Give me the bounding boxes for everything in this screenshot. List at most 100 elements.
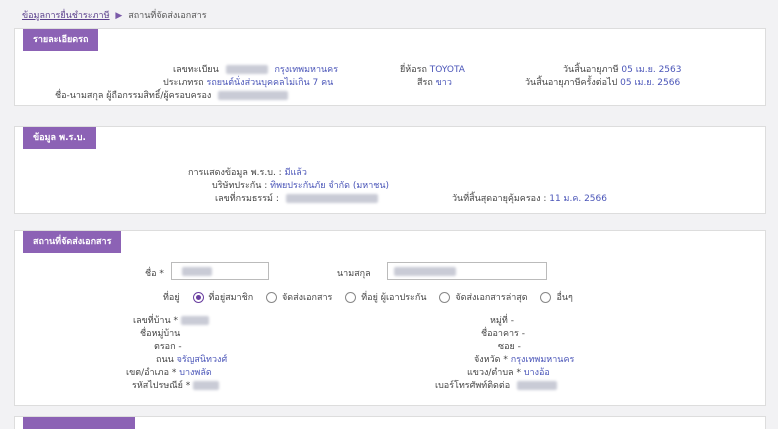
insurance-panel: ข้อมูล พ.ร.บ. การแสดงข้อมูล พ.ร.บ. : มีแ… [14,126,766,214]
brand-row: ยี่ห้อรถ TOYOTA [400,62,465,76]
alley-value: - [178,342,182,352]
next-expiry-value: 05 เม.ย. 2566 [620,78,681,88]
delivery-panel: สถานที่จัดส่งเอกสาร ชื่อ * นามสกุล ที่อย… [14,230,766,406]
building-value: - [521,329,526,339]
radio-insured-address[interactable] [345,292,357,303]
display-value: มีแล้ว [284,168,307,178]
house-no-row: เลขที่บ้าน * [133,313,209,327]
coverage-value: 11 ม.ค. 2566 [549,194,607,204]
house-no-label: เลขที่บ้าน [133,316,171,326]
reg-row: เลขทะเบียน กรุงเทพมหานคร [173,62,338,76]
soi-value: - [517,342,521,352]
brand-value: TOYOTA [429,65,465,75]
province-row: จังหวัด * กรุงเทพมหานคร [474,352,574,366]
next-panel-header [23,417,135,429]
option-other: อื่นๆ [556,293,573,303]
owner-label: ชื่อ-นามสกุล ผู้ถือกรรมสิทธิ์/ผู้ครอบครอ… [55,91,212,101]
address-label: ที่อยู่ [163,293,180,303]
radio-latest-delivery[interactable] [439,292,451,303]
subdistrict-row: แขวง/ตำบล * บางอ้อ [467,365,550,379]
surname-label-row: นามสกุล [337,266,371,280]
tax-expiry-label: วันสิ้นอายุภาษี [563,65,619,75]
building-label: ชื่ออาคาร [481,329,519,339]
next-panel [14,416,766,429]
moo-row: หมู่ที่ - [490,313,514,327]
house-no-required: * [173,316,178,326]
village-label: ชื่อหมู่บ้าน [140,329,181,339]
breadcrumb-separator: ▶ [115,11,123,21]
subdistrict-label: แขวง/ตำบล [467,368,514,378]
phone-redacted [517,381,558,390]
house-no-redacted [180,316,209,325]
province-value: กรุงเทพมหานคร [510,355,575,365]
color-value: ขาว [435,78,452,88]
company-row: บริษัทประกัน : ทิพยประกันภัย จำกัด (มหาช… [212,178,389,192]
name-input[interactable] [171,262,269,280]
option-member-address: ที่อยู่สมาชิก [208,293,254,303]
next-expiry-label: วันสิ้นอายุภาษีครั้งต่อไป [525,78,618,88]
name-redacted [182,267,212,276]
road-value: จรัญสนิทวงศ์ [176,355,228,365]
road-row: ถนน จรัญสนิทวงศ์ [156,352,227,366]
name-label: ชื่อ [145,269,157,279]
policy-row: เลขที่กรมธรรม์ : [215,191,378,205]
soi-row: ซอย - [498,339,521,353]
postal-required: * [185,381,191,391]
option-document-delivery: จัดส่งเอกสาร [282,293,333,303]
color-label: สีรถ [417,78,433,88]
building-row: ชื่ออาคาร - [481,326,525,340]
option-latest-delivery: จัดส่งเอกสารล่าสุด [455,293,528,303]
surname-redacted [394,267,456,276]
next-expiry-row: วันสิ้นอายุภาษีครั้งต่อไป 05 เม.ย. 2566 [525,75,680,89]
type-label: ประเภทรถ [163,78,204,88]
company-value: ทิพยประกันภัย จำกัด (มหาชน) [270,181,390,191]
road-label: ถนน [156,355,174,365]
name-required: * [159,269,164,279]
owner-redacted [218,91,289,100]
province-required: * [503,355,508,365]
district-row: เขต/อำเภอ * บางพลัด [126,365,212,379]
tax-expiry-row: วันสิ้นอายุภาษี 05 เม.ย. 2563 [563,62,681,76]
vehicle-panel: รายละเอียดรถ เลขทะเบียน กรุงเทพมหานคร ปร… [14,28,766,106]
coverage-label: วันที่สิ้นสุดอายุคุ้มครอง : [452,194,547,204]
postal-row: รหัสไปรษณีย์ * [132,378,220,392]
radio-member-address[interactable] [192,292,204,303]
postal-redacted [193,381,220,390]
phone-label: เบอร์โทรศัพท์ติดต่อ [435,381,511,391]
reg-label: เลขทะเบียน [173,65,219,75]
district-value: บางพลัด [179,368,212,378]
brand-label: ยี่ห้อรถ [400,65,427,75]
delivery-panel-title: สถานที่จัดส่งเอกสาร [23,231,122,253]
display-row: การแสดงข้อมูล พ.ร.บ. : มีแล้ว [188,165,307,179]
company-label: บริษัทประกัน : [212,181,268,191]
moo-value: - [510,316,514,326]
subdistrict-value: บางอ้อ [523,368,550,378]
address-options: ที่อยู่ ที่อยู่สมาชิก จัดส่งเอกสาร ที่อย… [163,291,573,305]
type-row: ประเภทรถ รถยนต์นั่งส่วนบุคคลไม่เกิน 7 คน [163,75,333,89]
moo-label: หมู่ที่ [490,316,508,326]
radio-document-delivery[interactable] [266,292,278,303]
tax-expiry-value: 05 เม.ย. 2563 [621,65,682,75]
alley-label: ตรอก [154,342,176,352]
radio-other[interactable] [540,292,552,303]
soi-label: ซอย [498,342,515,352]
type-value: รถยนต์นั่งส่วนบุคคลไม่เกิน 7 คน [206,78,334,88]
reg-province: กรุงเทพมหานคร [274,65,339,75]
subdistrict-required: * [516,368,521,378]
district-required: * [171,368,177,378]
district-label: เขต/อำเภอ [126,368,169,378]
phone-row: เบอร์โทรศัพท์ติดต่อ [435,378,558,392]
vehicle-panel-title: รายละเอียดรถ [23,29,99,51]
province-label: จังหวัด [474,355,501,365]
postal-label: รหัสไปรษณีย์ [132,381,183,391]
breadcrumb: ข้อมูลการยื่นชำระภาษี ▶ สถานที่จัดส่งเอก… [22,8,207,22]
coverage-row: วันที่สิ้นสุดอายุคุ้มครอง : 11 ม.ค. 2566 [452,191,607,205]
display-label: การแสดงข้อมูล พ.ร.บ. : [188,168,282,178]
breadcrumb-current: สถานที่จัดส่งเอกสาร [128,11,207,21]
policy-label: เลขที่กรมธรรม์ : [215,194,279,204]
policy-redacted [285,194,378,203]
color-row: สีรถ ขาว [417,75,452,89]
breadcrumb-link[interactable]: ข้อมูลการยื่นชำระภาษี [22,11,110,21]
alley-row: ตรอก - [154,339,182,353]
surname-input[interactable] [387,262,547,280]
